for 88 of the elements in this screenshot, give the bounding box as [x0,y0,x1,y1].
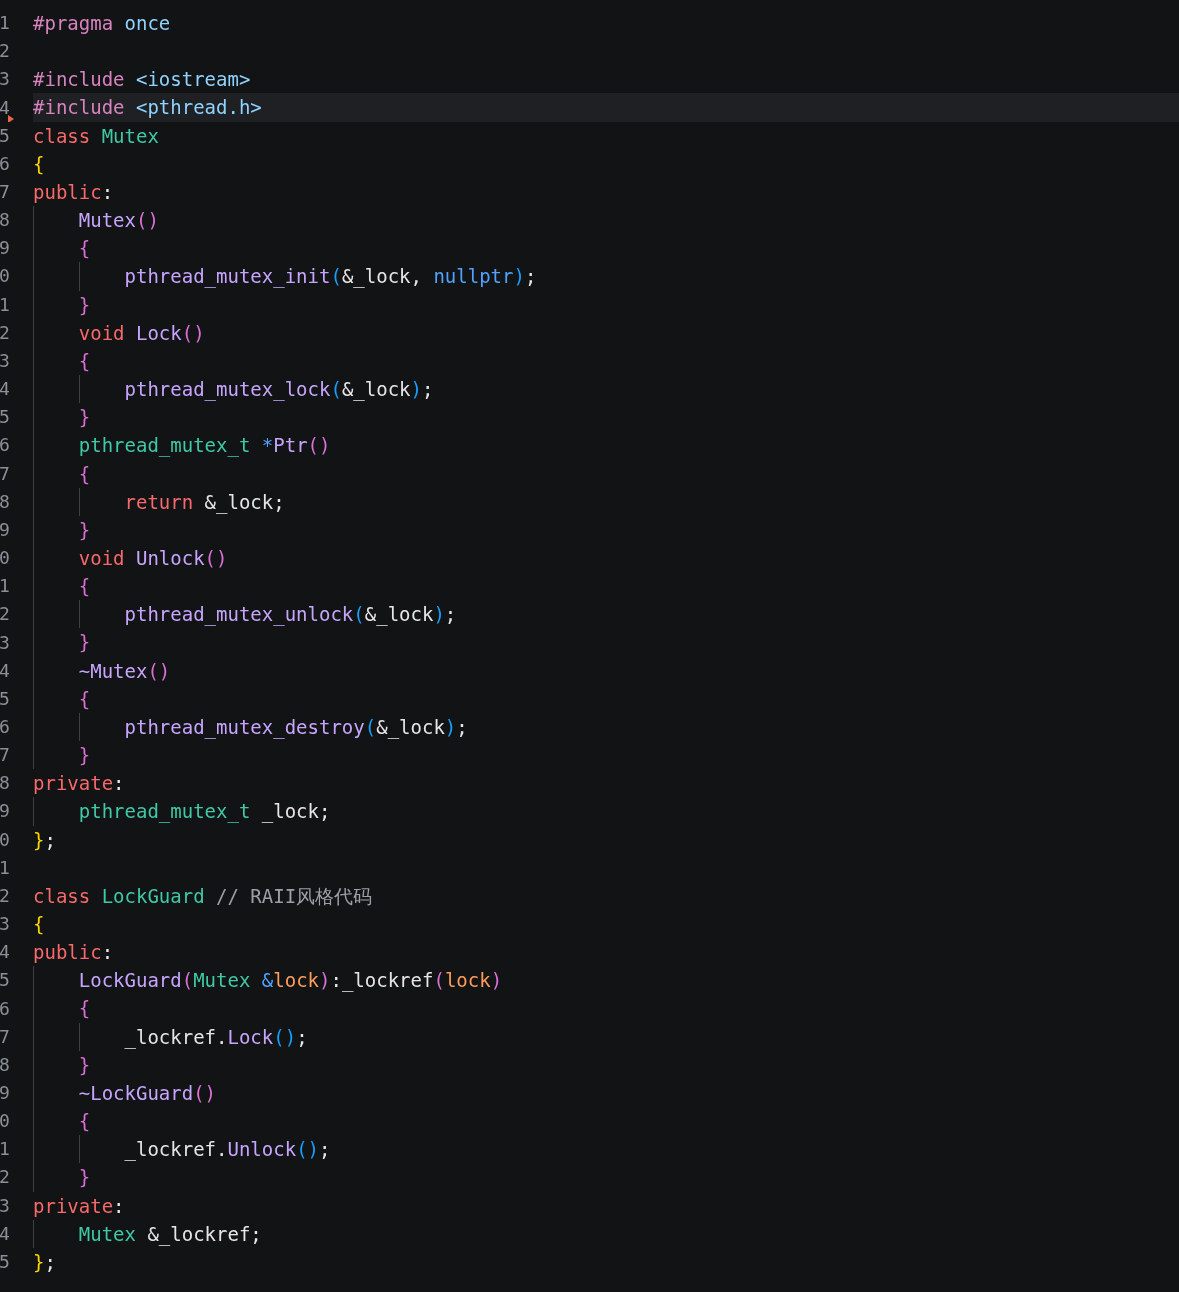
code-line: void Lock() [33,318,205,347]
code-line: { [33,572,91,601]
line-number: 1 [0,1140,10,1159]
line-number: 9 [0,520,10,539]
line-number: 4 [0,98,10,117]
code-line: _lockref.Lock(); [33,1022,308,1051]
code-line: ~LockGuard() [33,1078,217,1108]
line-number: 3 [0,1196,10,1215]
code-line: pthread_mutex_lock(&_lock); [33,375,434,404]
line-number: 6 [0,718,10,736]
line-number: 2 [0,323,10,342]
code-line: return &_lock; [33,487,285,516]
line-number: 8 [0,774,10,793]
line-number: 9 [0,1084,10,1102]
code-line: _lockref.Unlock(); [33,1135,331,1164]
code-line: } [33,628,91,657]
code-line: { [33,151,45,177]
line-number: 5 [0,971,10,990]
line-number: 8 [0,211,10,230]
code-line: pthread_mutex_init(&_lock, nullptr); [33,262,537,291]
line-number: 8 [0,1055,10,1074]
code-line: }; [33,827,56,853]
line-number: 9 [0,802,10,821]
code-line: pthread_mutex_destroy(&_lock); [33,712,468,742]
code-line: }; [33,1249,56,1275]
line-number: 9 [0,239,10,258]
line-number: 0 [0,267,10,286]
code-line: class LockGuard // RAII风格代码 [33,883,373,909]
code-line: Mutex &_lockref; [33,1219,262,1248]
code-line: #include <iostream> [33,67,251,93]
code-line: void Unlock() [33,543,228,573]
code-line: { [33,1107,91,1136]
line-number: 3 [0,351,10,370]
line-number: 6 [0,436,10,455]
code-line: Mutex() [33,206,159,235]
line-number: 4 [0,943,10,962]
line-number: 2 [0,42,10,61]
code-line: public: [33,179,114,205]
line-number: 0 [0,549,10,568]
line-number: 4 [0,380,10,399]
line-number: 5 [0,1252,10,1271]
code-line: } [33,290,91,319]
code-line: pthread_mutex_unlock(&_lock); [33,600,457,629]
code-line: pthread_mutex_t *Ptr() [33,431,331,460]
code-line: ~Mutex() [33,656,171,685]
line-number: 7 [0,746,10,765]
code-line: { [33,234,91,263]
line-number: 7 [0,464,10,483]
code-line: pthread_mutex_t _lock; [33,797,331,826]
line-number: 1 [0,577,10,596]
code-line: { [33,994,91,1023]
line-number: 1 [0,295,10,314]
line-number: 1 [0,14,10,33]
line-number: 2 [0,1168,10,1187]
code-line: { [33,912,45,937]
code-line: private: [33,771,125,797]
line-number: 8 [0,492,10,511]
code-line: { [33,459,91,488]
line-number: 2 [0,605,10,624]
line-number: 2 [0,886,10,905]
code-line: public: [33,940,114,966]
code-line: } [33,1050,91,1079]
line-number: 3 [0,633,10,652]
line-number: 3 [0,70,10,89]
line-number: 7 [0,183,10,201]
line-number: 7 [0,1027,10,1046]
line-number: 6 [0,154,10,173]
line-number: 5 [0,689,10,708]
line-number: 3 [0,915,10,934]
line-number: 0 [0,1112,10,1131]
line-number: 1 [0,858,10,877]
line-number: 5 [0,408,10,427]
code-line: private: [33,1193,125,1219]
line-number: 5 [0,126,10,145]
code-line: } [33,1163,91,1192]
line-number: 0 [0,830,10,849]
code-line: { [33,346,91,376]
code-line: #include <pthread.h> [33,95,262,121]
code-line: LockGuard(Mutex &lock):_lockref(lock) [33,966,503,995]
line-number: 4 [0,661,10,680]
code-line: } [33,741,91,770]
line-number: 6 [0,999,10,1018]
code-line: #pragma once [33,11,171,36]
code-line: } [33,515,91,544]
code-line: } [33,403,91,432]
line-number: 4 [0,1224,10,1243]
code-line: class Mutex [33,123,159,149]
code-line: { [33,684,91,713]
